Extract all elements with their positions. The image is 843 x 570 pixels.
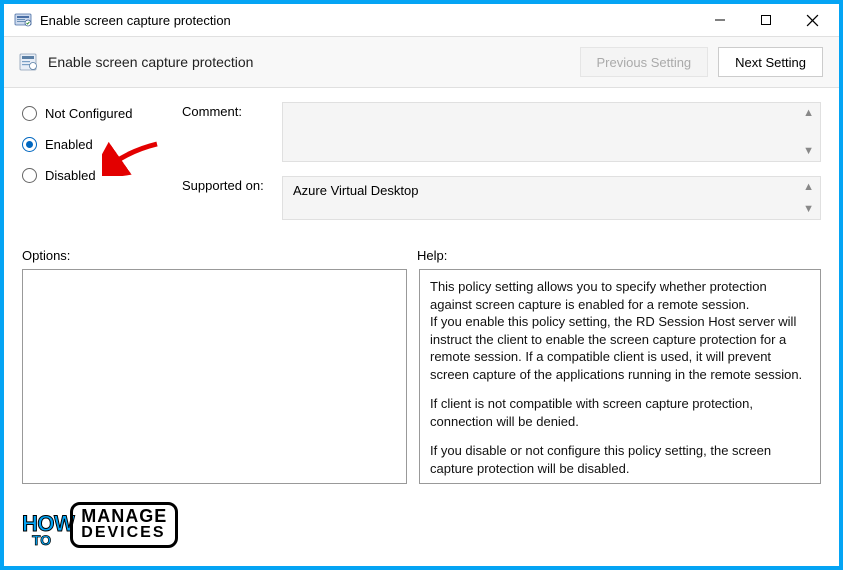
previous-setting-button[interactable]: Previous Setting [580,47,709,77]
scroll-up-icon[interactable]: ▲ [803,181,814,193]
radio-not-configured[interactable]: Not Configured [22,106,182,121]
radio-label: Not Configured [45,106,132,121]
comment-input[interactable]: ▲ ▼ [282,102,821,162]
minimize-button[interactable] [697,5,743,35]
maximize-button[interactable] [743,5,789,35]
help-panel: This policy setting allows you to specif… [419,269,821,484]
supported-on-field: Azure Virtual Desktop ▲ ▼ [282,176,821,220]
next-setting-button[interactable]: Next Setting [718,47,823,77]
help-text: This policy setting allows you to specif… [430,279,767,312]
watermark-logo: HOW TO MANAGE DEVICES [22,502,178,548]
options-panel [22,269,407,484]
scroll-down-icon[interactable]: ▼ [803,203,814,215]
help-text: If you enable this policy setting, the R… [430,314,802,382]
radio-label: Disabled [45,168,96,183]
header-bar: Enable screen capture protection Previou… [4,36,839,88]
close-button[interactable] [789,5,835,35]
header-title: Enable screen capture protection [48,54,570,70]
policy-icon [18,52,38,72]
window-title: Enable screen capture protection [40,13,697,28]
scroll-down-icon[interactable]: ▼ [803,145,814,157]
supported-on-label: Supported on: [182,176,282,220]
help-text: If client is not compatible with screen … [430,395,810,430]
comment-label: Comment: [182,102,282,162]
radio-enabled[interactable]: Enabled [22,137,182,152]
window-titlebar: Enable screen capture protection [4,4,839,36]
radio-disabled[interactable]: Disabled [22,168,182,183]
help-text: If you disable or not configure this pol… [430,442,810,477]
options-label: Options: [22,248,70,263]
supported-on-value: Azure Virtual Desktop [293,183,419,198]
app-icon [14,11,32,29]
radio-label: Enabled [45,137,93,152]
help-label: Help: [417,248,447,263]
scroll-up-icon[interactable]: ▲ [803,107,814,119]
